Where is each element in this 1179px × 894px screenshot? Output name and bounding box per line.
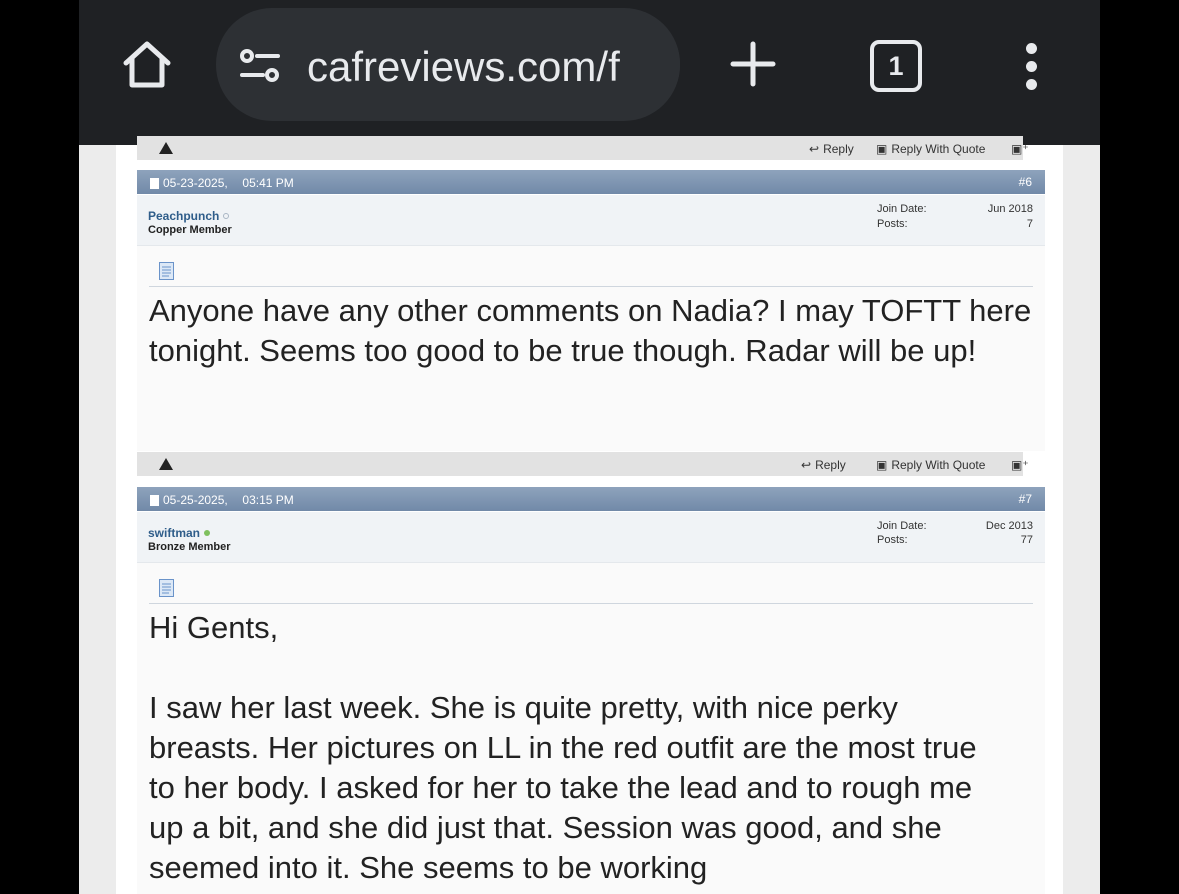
- tab-switcher-icon[interactable]: 1: [870, 40, 922, 92]
- post-header: 05-25-2025, 03:15 PM #7: [137, 487, 1045, 511]
- reply-button[interactable]: ↩ Reply: [801, 458, 846, 472]
- phone-screen: cafreviews.com/f 1 ↩ Reply ▣ Reply With …: [79, 0, 1100, 894]
- post-footer: ↩ Reply ▣ Reply With Quote ▣⁺: [137, 136, 1029, 160]
- post-message: Hi Gents, I saw her last week. She is qu…: [149, 610, 977, 885]
- plus-icon[interactable]: [727, 38, 779, 90]
- forum-page: ↩ Reply ▣ Reply With Quote ▣⁺ 05-23-2025…: [116, 136, 1063, 894]
- post-count: 77: [1020, 534, 1033, 546]
- reply-with-quote-button[interactable]: ▣ Reply With Quote: [876, 142, 985, 156]
- online-status-icon: [204, 530, 211, 536]
- post-body: Anyone have any other comments on Nadia?…: [137, 246, 1045, 451]
- post-date: 05-23-2025, 05:41 PM: [150, 176, 294, 190]
- posts-label: Posts:: [877, 218, 908, 230]
- post-body: Hi Gents, I saw her last week. She is qu…: [137, 563, 1045, 894]
- user-info: swiftman Bronze Member Join Date: Dec 20…: [137, 512, 1045, 563]
- user-title: Bronze Member: [148, 541, 231, 553]
- post-count: 7: [1026, 218, 1033, 230]
- posts-label: Posts:: [877, 534, 908, 546]
- address-bar[interactable]: cafreviews.com/f: [216, 8, 680, 121]
- report-icon[interactable]: [159, 142, 173, 157]
- document-icon: [159, 579, 174, 602]
- reply-button[interactable]: ↩ Reply: [809, 142, 854, 156]
- post-number-link[interactable]: #6: [1019, 175, 1032, 189]
- tune-icon[interactable]: [238, 48, 284, 89]
- quote-icon: ▣: [876, 458, 888, 472]
- browser-toolbar: cafreviews.com/f 1: [79, 0, 1100, 145]
- home-icon[interactable]: [119, 36, 175, 92]
- offline-status-icon: [223, 213, 230, 219]
- user-info: Peachpunch Copper Member Join Date: Jun …: [137, 195, 1045, 246]
- url-text: cafreviews.com/f: [307, 43, 620, 90]
- post-icon: [150, 177, 159, 189]
- join-date: Jun 2018: [987, 203, 1033, 215]
- user-title: Copper Member: [148, 224, 232, 236]
- join-date-label: Join Date:: [877, 520, 927, 532]
- post-date: 05-25-2025, 03:15 PM: [150, 493, 294, 507]
- multi-quote-icon[interactable]: ▣⁺: [1011, 142, 1029, 156]
- post-header: 05-23-2025, 05:41 PM #6: [137, 170, 1045, 194]
- post-footer: ↩ Reply ▣ Reply With Quote ▣⁺: [137, 452, 1029, 476]
- more-vert-icon[interactable]: [1019, 38, 1043, 94]
- post-icon: [150, 494, 159, 506]
- join-date: Dec 2013: [985, 520, 1033, 532]
- username-link[interactable]: swiftman: [148, 526, 211, 540]
- join-date-label: Join Date:: [877, 203, 927, 215]
- post-number-link[interactable]: #7: [1019, 492, 1032, 506]
- post-message: Anyone have any other comments on Nadia?…: [149, 293, 1032, 368]
- reply-icon: ↩: [801, 458, 812, 472]
- document-icon: [159, 262, 174, 285]
- reply-with-quote-button[interactable]: ▣ Reply With Quote: [876, 458, 985, 472]
- report-icon[interactable]: [159, 458, 173, 473]
- username-link[interactable]: Peachpunch: [148, 209, 230, 223]
- tab-count: 1: [888, 50, 904, 81]
- multi-quote-icon[interactable]: ▣⁺: [1011, 458, 1029, 472]
